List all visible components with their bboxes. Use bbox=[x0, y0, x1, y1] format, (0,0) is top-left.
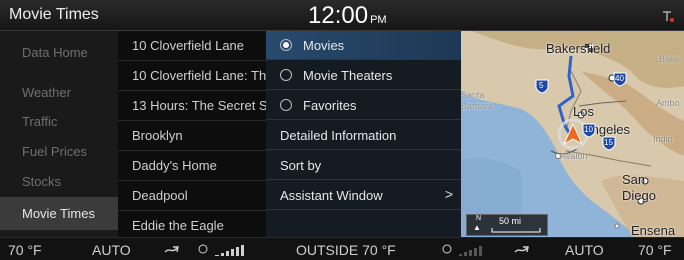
highway-shield-label: 5 bbox=[539, 81, 544, 90]
climate-bar: 70 °F AUTO OUTSIDE 70 °F AUTO 70 °F bbox=[0, 237, 684, 260]
scale-label: 50 mi bbox=[499, 216, 522, 226]
left-temp[interactable]: 70 °F bbox=[8, 242, 42, 258]
radio-label: Movie Theaters bbox=[303, 68, 393, 83]
map-label: Santa bbox=[461, 90, 485, 100]
list-item[interactable]: Daddy's Home bbox=[118, 151, 266, 181]
chevron-right-icon: > bbox=[444, 186, 453, 202]
outside-temp: OUTSIDE 70 °F bbox=[296, 242, 396, 258]
sidebar: Data Home Weather Traffic Fuel Prices St… bbox=[0, 31, 118, 237]
list-item[interactable]: Deadpool bbox=[118, 181, 266, 211]
map-label: Bake bbox=[659, 54, 680, 64]
assistant-window-button[interactable]: Assistant Window > bbox=[266, 181, 461, 210]
clock: 12:00 PM bbox=[308, 2, 387, 30]
highway-shield-label: 15 bbox=[604, 138, 613, 147]
scale-bar bbox=[491, 228, 541, 233]
radio-icon bbox=[280, 99, 292, 111]
clock-ampm: PM bbox=[370, 14, 387, 26]
radio-label: Movies bbox=[303, 38, 345, 53]
airflow-icon[interactable] bbox=[513, 244, 531, 255]
detailed-information-button[interactable]: Detailed Information bbox=[266, 121, 461, 150]
map-label: Ensena bbox=[631, 223, 676, 237]
signal-icon bbox=[663, 11, 674, 22]
sidebar-item-traffic[interactable]: Traffic bbox=[0, 112, 118, 141]
map-label: Indio bbox=[653, 134, 673, 144]
right-temp[interactable]: 70 °F bbox=[638, 242, 672, 258]
map-terrain bbox=[461, 31, 684, 237]
left-auto-mode[interactable]: AUTO bbox=[92, 242, 131, 258]
highway-shield-label: 40 bbox=[615, 74, 624, 83]
clock-time: 12:00 bbox=[308, 2, 369, 29]
map-label: Avalon bbox=[560, 151, 588, 161]
option-menu: Movies Movie Theaters Favorites Detailed… bbox=[266, 31, 461, 237]
sort-by-button[interactable]: Sort by bbox=[266, 151, 461, 180]
app-title: Movie Times bbox=[9, 6, 99, 23]
sidebar-item-fuel-prices[interactable]: Fuel Prices bbox=[0, 142, 118, 171]
map-view[interactable]: Bakersfield Bake Santa Barbara Los Angel… bbox=[461, 31, 684, 237]
map-label: Barbara bbox=[461, 101, 494, 111]
map-label: Diego bbox=[622, 188, 656, 203]
map-label: Ambo bbox=[656, 98, 680, 108]
map-scale: N ▲ 50 mi bbox=[466, 214, 548, 236]
north-arrow-icon: ▲ bbox=[473, 223, 481, 232]
radio-favorites[interactable]: Favorites bbox=[266, 91, 461, 120]
sidebar-item-movie-times[interactable]: Movie Times bbox=[0, 197, 118, 230]
list-item[interactable]: 13 Hours: The Secret S bbox=[118, 91, 266, 121]
fan-speed-icon[interactable] bbox=[197, 243, 255, 257]
map-label: Los bbox=[573, 104, 594, 119]
sidebar-item-weather[interactable]: Weather bbox=[0, 83, 118, 112]
map-label: Bakersfield bbox=[546, 41, 611, 56]
north-indicator: N bbox=[476, 215, 482, 222]
radio-icon bbox=[280, 69, 292, 81]
radio-movie-theaters[interactable]: Movie Theaters bbox=[266, 61, 461, 90]
list-item[interactable]: 10 Cloverfield Lane bbox=[118, 31, 266, 61]
fan-speed-icon[interactable] bbox=[441, 243, 489, 257]
movie-list: 10 Cloverfield Lane 10 Cloverfield Lane:… bbox=[118, 31, 266, 237]
list-item[interactable]: Brooklyn bbox=[118, 121, 266, 151]
list-item[interactable]: 10 Cloverfield Lane: Th bbox=[118, 61, 266, 91]
map-label: San bbox=[622, 172, 646, 187]
highway-shield-label: 10 bbox=[584, 125, 593, 134]
right-auto-mode[interactable]: AUTO bbox=[565, 242, 604, 258]
radio-label: Favorites bbox=[303, 98, 357, 113]
list-item[interactable]: Eddie the Eagle bbox=[118, 211, 266, 237]
airflow-icon[interactable] bbox=[163, 244, 181, 255]
status-bar: Movie Times 12:00 PM bbox=[0, 0, 684, 31]
radio-selected-icon bbox=[280, 39, 292, 51]
radio-movies[interactable]: Movies bbox=[266, 31, 461, 60]
sidebar-item-data-home[interactable]: Data Home bbox=[0, 46, 118, 80]
